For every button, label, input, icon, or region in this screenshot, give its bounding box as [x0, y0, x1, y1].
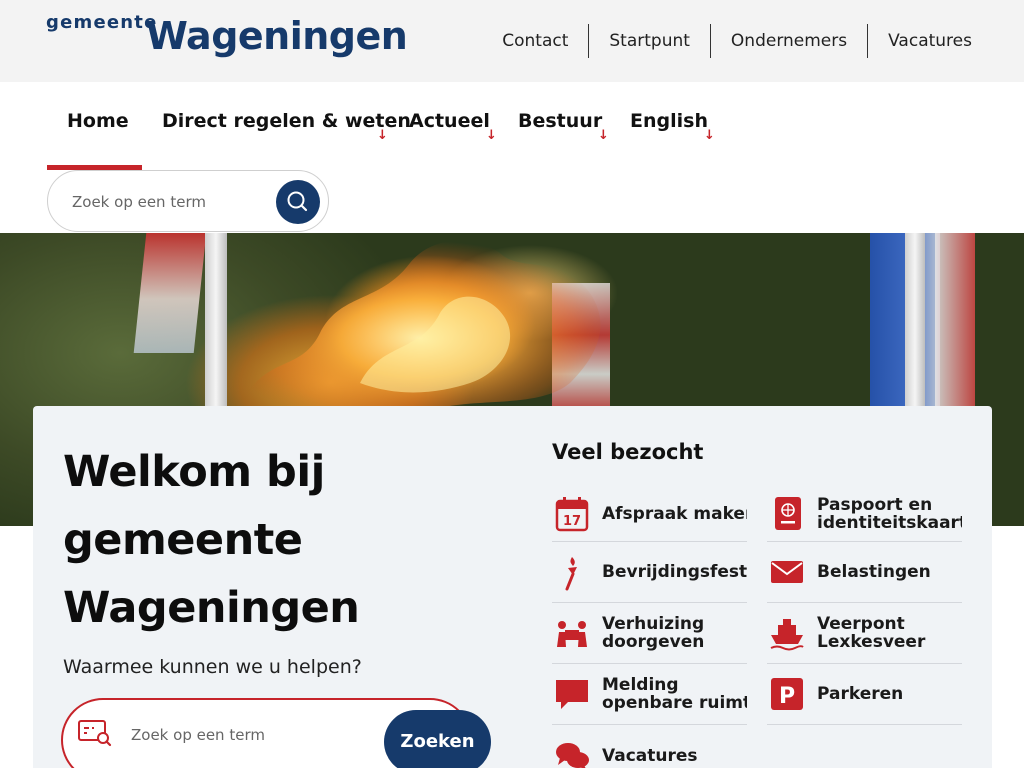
welcome-title-line: gemeente: [63, 515, 303, 565]
nav-item-label: Bestuur: [518, 110, 603, 132]
nav-item-label: Actueel: [409, 110, 490, 132]
quicklink-label: openbare ruimte: [602, 693, 747, 713]
quicklink-label: Afspraak maken: [602, 503, 747, 524]
quicklink-bevrijdingsfestival[interactable]: Bevrijdingsfestival: [552, 542, 747, 603]
nav-item-home[interactable]: Home: [67, 110, 129, 132]
header-search: [47, 170, 329, 232]
welcome-title: Welkom bij gemeente Wageningen: [63, 438, 493, 642]
quicklink-vacatures[interactable]: Vacatures: [552, 725, 747, 768]
search-document-icon: [78, 720, 112, 747]
logo-text-big: Wageningen: [146, 14, 408, 58]
nav-item-bestuur[interactable]: Bestuur ↓: [518, 110, 609, 143]
chat-bubbles-icon: [556, 742, 589, 768]
welcome-title-line: Wageningen: [63, 583, 360, 633]
quicklink-label: Belastingen: [817, 562, 931, 582]
quicklink-label: Bevrijdingsfestival: [602, 562, 747, 582]
envelope-icon: [771, 561, 803, 583]
nav-item-english[interactable]: English ↓: [630, 110, 715, 143]
quicklink-label: Melding: [602, 675, 679, 695]
quicklink-label: Lexkesveer: [817, 632, 926, 652]
parking-icon: P: [771, 678, 803, 710]
quicklink-veerpont-lexkesveer[interactable]: Veerpont Lexkesveer: [767, 603, 962, 664]
quicklink-afspraak-maken[interactable]: 17 Afspraak maken: [552, 486, 747, 542]
chevron-down-icon: ↓: [704, 128, 715, 143]
top-links: Contact Startpunt Ondernemers Vacatures: [502, 24, 992, 58]
moving-people-icon: [557, 621, 587, 647]
nav-item-label: English: [630, 110, 708, 132]
quicklink-label: Veerpont: [817, 614, 905, 634]
passport-icon: [775, 496, 801, 530]
calendar-icon: 17: [555, 496, 589, 531]
top-link-startpunt[interactable]: Startpunt: [588, 24, 710, 58]
quicklink-parkeren[interactable]: P Parkeren: [767, 664, 962, 725]
speech-bubble-icon: [556, 680, 588, 709]
welcome-card: Welkom bij gemeente Wageningen Waarmee k…: [33, 406, 992, 768]
help-text: Waarmee kunnen we u helpen?: [63, 656, 362, 678]
chevron-down-icon: ↓: [486, 128, 497, 143]
parking-letter: P: [779, 684, 795, 709]
quicklink-melding-openbare-ruimte[interactable]: Melding openbare ruimte: [552, 664, 747, 725]
veel-bezocht-title: Veel bezocht: [552, 440, 704, 464]
header-search-input[interactable]: [72, 189, 272, 215]
main-search: Zoeken: [61, 698, 491, 768]
quicklink-paspoort-identiteitskaart[interactable]: Paspoort en identiteitskaart: [767, 486, 962, 542]
torch-icon: [565, 557, 577, 591]
logo-text-small: gemeente: [46, 12, 158, 33]
search-icon: [287, 191, 308, 212]
calendar-day: 17: [563, 514, 581, 529]
chevron-down-icon: ↓: [598, 128, 609, 143]
logo[interactable]: gemeente Wageningen: [46, 10, 408, 70]
quicklink-label: doorgeven: [602, 632, 705, 652]
nav-item-direct-regelen[interactable]: Direct regelen & weten ↓: [162, 110, 411, 143]
ferry-icon: [770, 619, 804, 651]
chevron-down-icon: ↓: [377, 128, 388, 143]
quicklink-belastingen[interactable]: Belastingen: [767, 542, 962, 603]
top-utility-bar: gemeente Wageningen Contact Startpunt On…: [0, 0, 1024, 82]
top-link-ondernemers[interactable]: Ondernemers: [709, 24, 867, 58]
nav-item-actueel[interactable]: Actueel ↓: [409, 110, 497, 143]
quicklink-label: identiteitskaart: [817, 512, 962, 533]
quicklink-label: Vacatures: [602, 745, 698, 766]
zoeken-button[interactable]: Zoeken: [384, 710, 491, 768]
welcome-title-line: Welkom bij: [63, 447, 325, 497]
top-link-vacatures[interactable]: Vacatures: [867, 24, 992, 58]
quicklink-verhuizing-doorgeven[interactable]: Verhuizing doorgeven: [552, 603, 747, 664]
main-search-input[interactable]: [131, 720, 331, 750]
quicklink-label: Parkeren: [817, 684, 904, 704]
quicklink-label: Paspoort en: [817, 494, 933, 515]
header-search-button[interactable]: [276, 180, 320, 224]
nav-item-label: Direct regelen & weten: [162, 110, 411, 132]
top-link-contact[interactable]: Contact: [502, 24, 588, 58]
quicklink-label: Verhuizing: [602, 614, 705, 634]
